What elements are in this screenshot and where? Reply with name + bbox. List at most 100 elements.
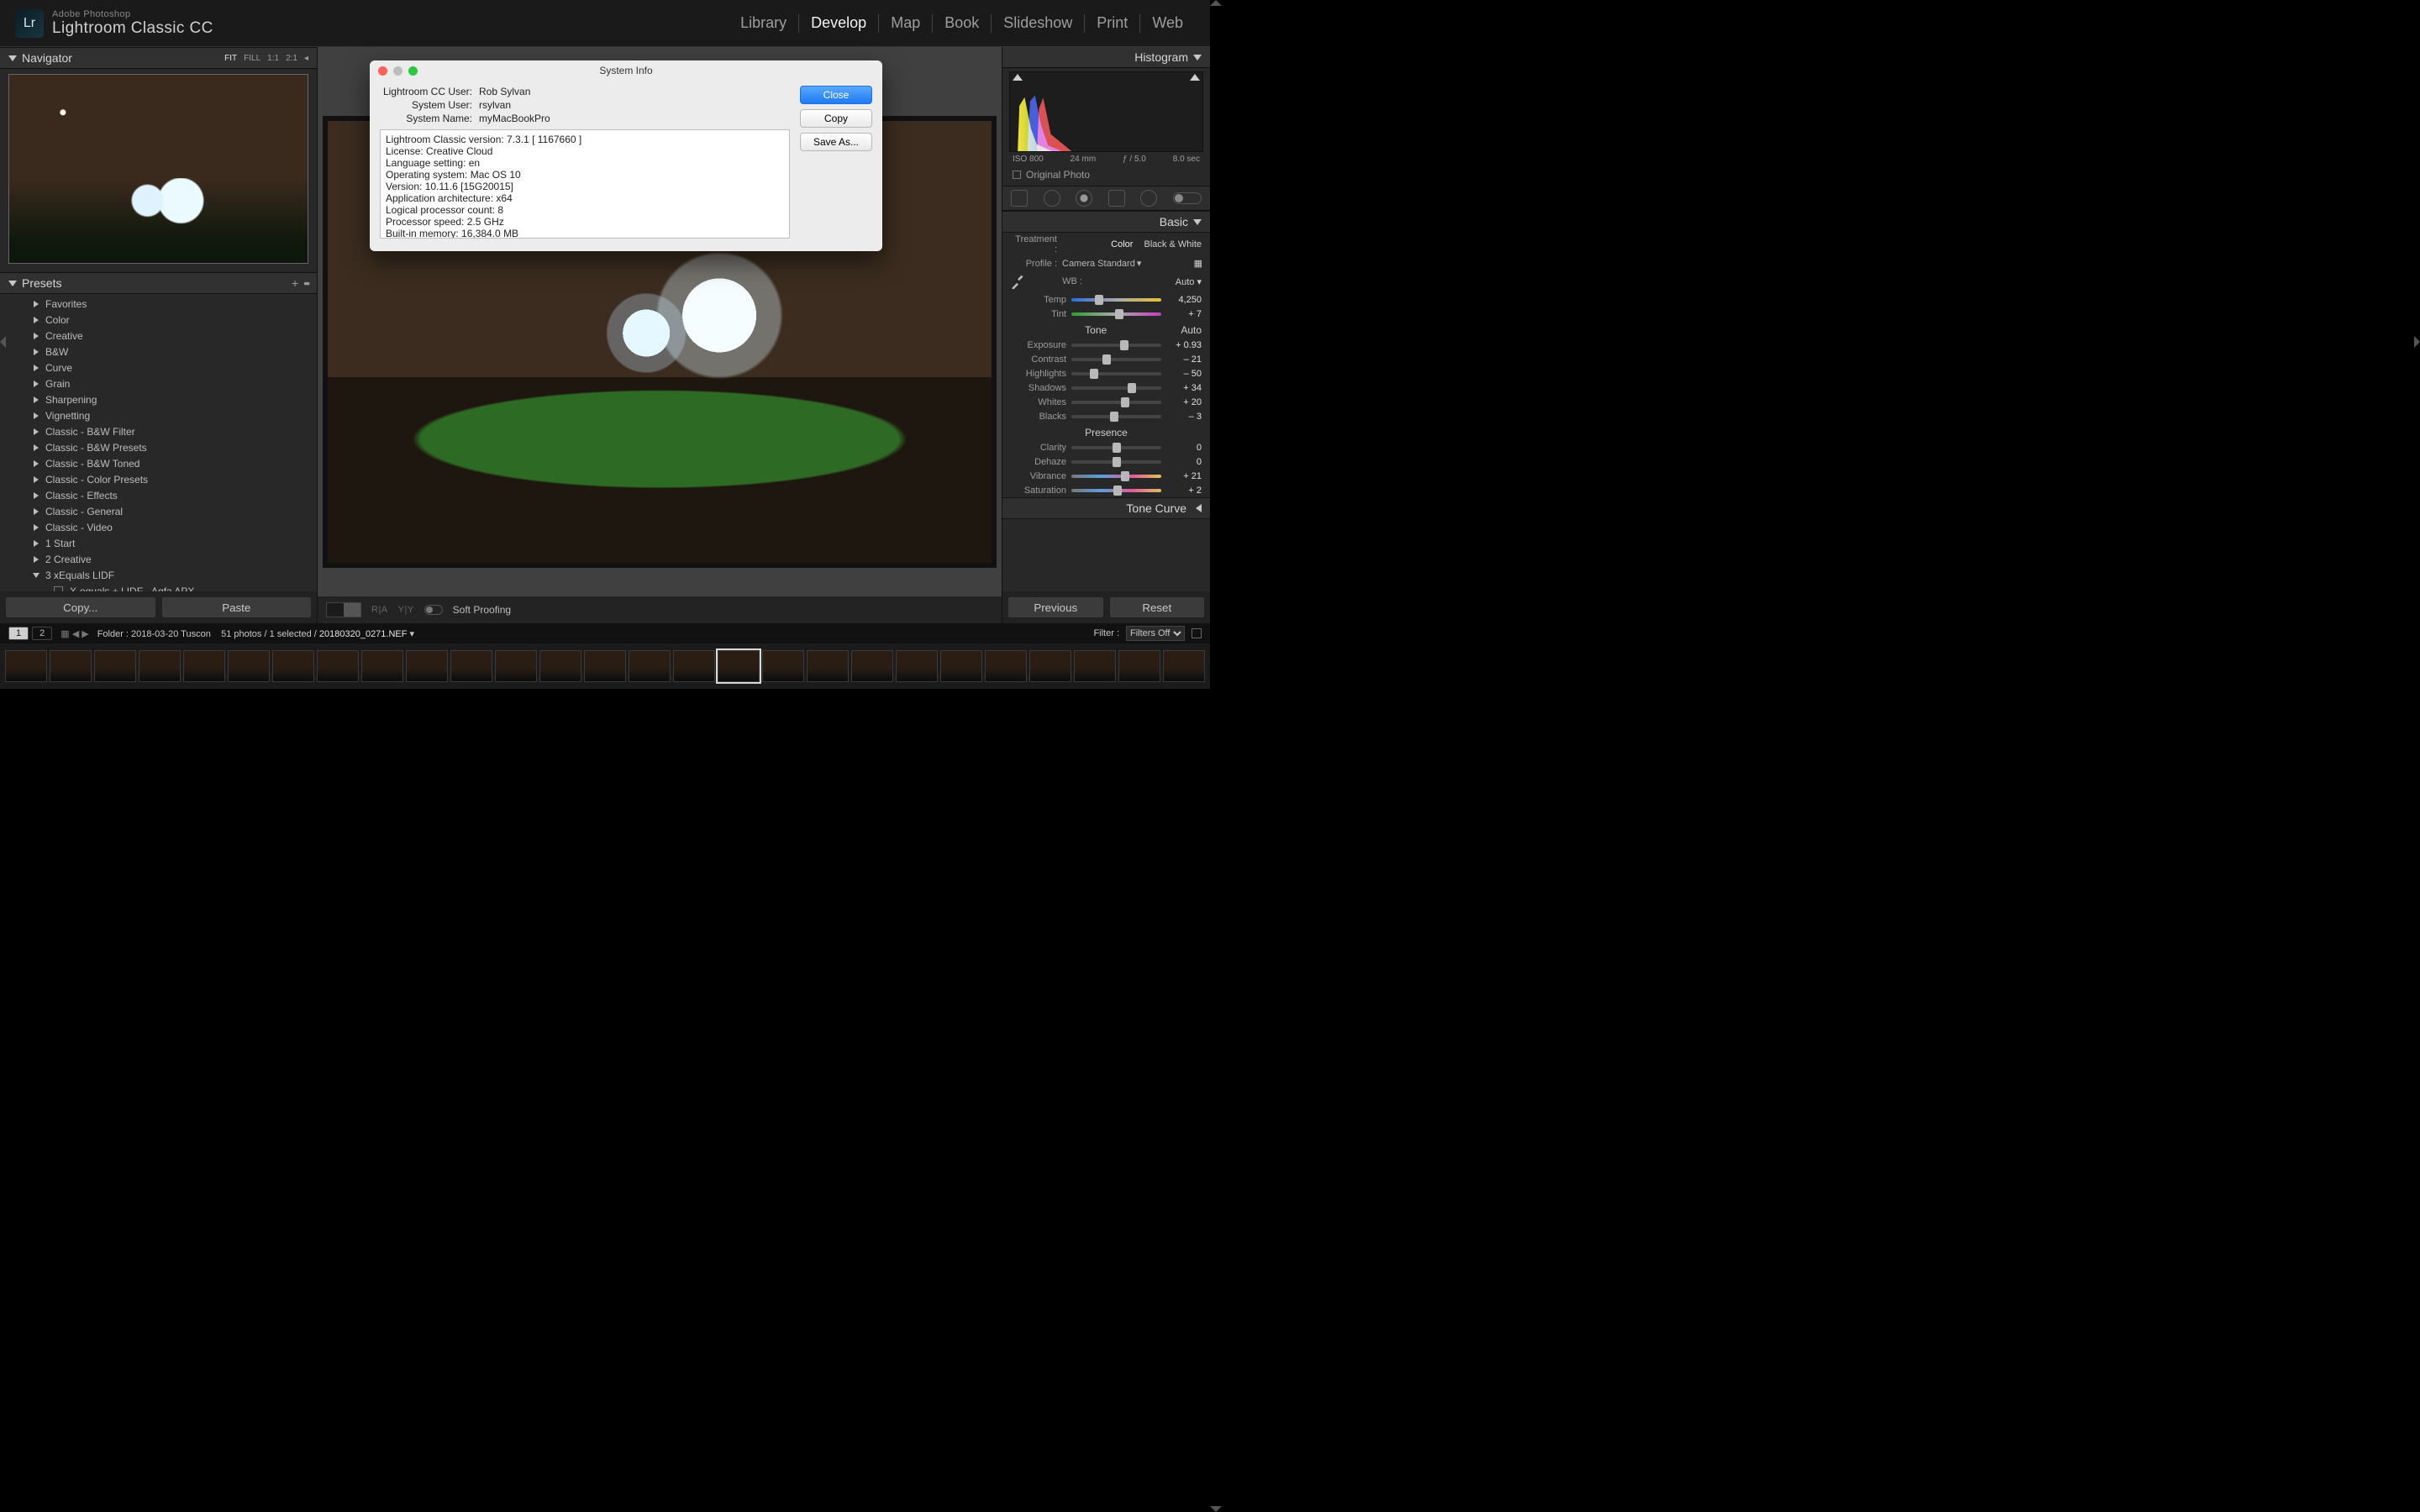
- treatment-color[interactable]: Color: [1111, 239, 1133, 249]
- eyedropper-icon[interactable]: [1009, 272, 1028, 291]
- preset-group[interactable]: B&W: [0, 344, 317, 360]
- profile-grid-icon[interactable]: ▦: [1194, 258, 1202, 269]
- preset-item[interactable]: X-equals + LIDF - Agfa APX: [0, 583, 317, 591]
- brush-tool-icon[interactable]: [1173, 192, 1202, 204]
- preset-group[interactable]: Favorites: [0, 296, 317, 312]
- slider-blacks[interactable]: Blacks– 3: [1002, 409, 1210, 423]
- presets-header[interactable]: Presets + ••: [0, 272, 317, 294]
- expand-right-icon[interactable]: [2414, 336, 2420, 348]
- module-web[interactable]: Web: [1140, 14, 1195, 32]
- filmstrip-thumb[interactable]: [673, 650, 715, 682]
- slider-shadows[interactable]: Shadows+ 34: [1002, 381, 1210, 395]
- preset-group[interactable]: Classic - Effects: [0, 487, 317, 503]
- soft-proof-switch[interactable]: [424, 605, 443, 615]
- filmstrip-thumb[interactable]: [629, 650, 671, 682]
- preset-group[interactable]: Sharpening: [0, 391, 317, 407]
- slider-contrast[interactable]: Contrast– 21: [1002, 352, 1210, 366]
- filmstrip-thumb[interactable]: [361, 650, 403, 682]
- slider-dehaze[interactable]: Dehaze0: [1002, 454, 1210, 469]
- filmstrip-thumb[interactable]: [139, 650, 181, 682]
- preset-group[interactable]: Creative: [0, 328, 317, 344]
- slider-whites[interactable]: Whites+ 20: [1002, 395, 1210, 409]
- add-preset-icon[interactable]: +: [292, 276, 298, 290]
- copy-settings-button[interactable]: Copy...: [5, 596, 156, 618]
- navigator-preview[interactable]: [8, 74, 308, 264]
- preset-group[interactable]: Classic - Color Presets: [0, 471, 317, 487]
- navigator-zoom[interactable]: FIT FILL 1:1 2:1 ◂: [224, 54, 308, 63]
- filmstrip-thumb[interactable]: [317, 650, 359, 682]
- filter-select[interactable]: Filters Off: [1126, 626, 1185, 641]
- preset-group[interactable]: Classic - General: [0, 503, 317, 519]
- filmstrip-thumb[interactable]: [228, 650, 270, 682]
- view-before-after-toggle[interactable]: [326, 602, 361, 617]
- filmstrip-thumb[interactable]: [762, 650, 804, 682]
- filmstrip-nav[interactable]: ▦ ◀ ▶: [60, 628, 88, 639]
- module-map[interactable]: Map: [879, 14, 932, 32]
- reset-button[interactable]: Reset: [1109, 596, 1206, 618]
- filmstrip-thumb[interactable]: [450, 650, 492, 682]
- module-print[interactable]: Print: [1085, 14, 1139, 32]
- filmstrip-thumb[interactable]: [183, 650, 225, 682]
- filmstrip-thumb[interactable]: [495, 650, 537, 682]
- filmstrip-thumb[interactable]: [50, 650, 92, 682]
- module-slideshow[interactable]: Slideshow: [992, 14, 1084, 32]
- crop-tool-icon[interactable]: [1011, 190, 1028, 207]
- grad-tool-icon[interactable]: [1108, 190, 1125, 207]
- preset-group[interactable]: Classic - B&W Presets: [0, 439, 317, 455]
- navigator-header[interactable]: Navigator FIT FILL 1:1 2:1 ◂: [0, 47, 317, 69]
- treatment-bw[interactable]: Black & White: [1144, 239, 1202, 249]
- filmstrip-thumb[interactable]: [807, 650, 849, 682]
- paste-settings-button[interactable]: Paste: [161, 596, 313, 618]
- preset-group[interactable]: Curve: [0, 360, 317, 375]
- tonecurve-header[interactable]: Tone Curve: [1002, 497, 1210, 519]
- filmstrip-thumb[interactable]: [1029, 650, 1071, 682]
- chevron-icon[interactable]: ◂: [304, 54, 308, 63]
- checkbox-icon[interactable]: [1013, 171, 1021, 179]
- dialog-saveas-button[interactable]: Save As...: [800, 133, 872, 151]
- filmstrip-thumb[interactable]: [406, 650, 448, 682]
- filmstrip-thumb[interactable]: [851, 650, 893, 682]
- filmstrip-thumb[interactable]: [584, 650, 626, 682]
- system-info-text[interactable]: [380, 129, 790, 239]
- filmstrip-thumb[interactable]: [718, 650, 760, 682]
- preset-group-open[interactable]: 3 xEquals LIDF: [0, 567, 317, 583]
- expand-top-icon[interactable]: [1210, 0, 1222, 6]
- preset-group[interactable]: Grain: [0, 375, 317, 391]
- chevron-updown-icon[interactable]: ▾: [1197, 277, 1202, 287]
- slider-temp[interactable]: Temp4,250: [1002, 292, 1210, 307]
- clip-shadow-icon[interactable]: [1013, 74, 1023, 81]
- tone-auto-button[interactable]: Auto: [1181, 324, 1202, 336]
- radial-tool-icon[interactable]: [1140, 190, 1157, 207]
- filmstrip-thumb[interactable]: [896, 650, 938, 682]
- dialog-close-button[interactable]: Close: [800, 86, 872, 104]
- filmstrip-thumb[interactable]: [272, 650, 314, 682]
- preset-group[interactable]: 1 Start: [0, 535, 317, 551]
- profile-row[interactable]: Profile : Camera Standard ▾ ▦: [1002, 256, 1210, 270]
- preset-group[interactable]: Classic - Video: [0, 519, 317, 535]
- previous-button[interactable]: Previous: [1007, 596, 1104, 618]
- slider-saturation[interactable]: Saturation+ 2: [1002, 483, 1210, 497]
- histogram-header[interactable]: Histogram: [1002, 47, 1210, 68]
- chevron-down-icon[interactable]: ▾: [1137, 258, 1142, 269]
- dialog-copy-button[interactable]: Copy: [800, 109, 872, 128]
- wb-row[interactable]: WB : Auto ▾: [1028, 275, 1210, 289]
- view-ra[interactable]: R|A: [371, 605, 388, 615]
- slider-exposure[interactable]: Exposure+ 0.93: [1002, 338, 1210, 352]
- filmstrip-thumb[interactable]: [94, 650, 136, 682]
- view-yy[interactable]: Y|Y: [398, 605, 414, 615]
- filmstrip-thumb[interactable]: [940, 650, 982, 682]
- module-book[interactable]: Book: [933, 14, 991, 32]
- slider-tint[interactable]: Tint+ 7: [1002, 307, 1210, 321]
- filmstrip-thumb[interactable]: [1118, 650, 1160, 682]
- clip-highlight-icon[interactable]: [1190, 74, 1200, 81]
- filmstrip-thumb[interactable]: [5, 650, 47, 682]
- expand-left-icon[interactable]: [0, 336, 6, 348]
- preset-group[interactable]: Classic - B&W Toned: [0, 455, 317, 471]
- preset-group[interactable]: 2 Creative: [0, 551, 317, 567]
- path-crumb[interactable]: Folder : 2018-03-20 Tuscon 51 photos / 1…: [97, 628, 414, 639]
- preset-group[interactable]: Color: [0, 312, 317, 328]
- filmstrip-thumb[interactable]: [1074, 650, 1116, 682]
- expand-bottom-icon[interactable]: [1210, 1506, 1222, 1512]
- redeye-tool-icon[interactable]: [1076, 190, 1092, 207]
- slider-highlights[interactable]: Highlights– 50: [1002, 366, 1210, 381]
